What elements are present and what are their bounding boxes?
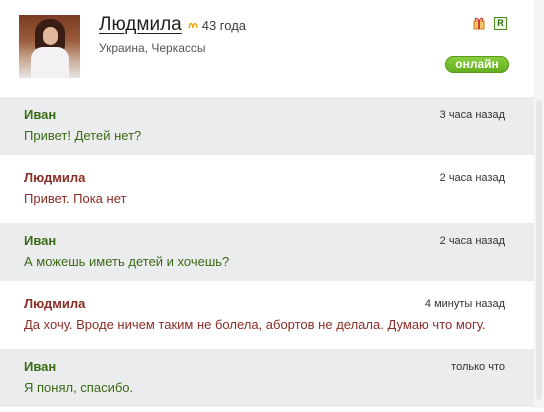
gift-icon[interactable] (472, 16, 486, 30)
message-row: Иван 3 часа назад Привет! Детей нет? (0, 97, 534, 160)
message-time: 2 часа назад (439, 235, 505, 247)
message-text: Привет! Детей нет? (24, 128, 142, 143)
avatar[interactable] (19, 15, 80, 78)
message-row: Иван только что Я понял, спасибо. (0, 349, 534, 412)
message-list: Иван 3 часа назад Привет! Детей нет? Люд… (0, 97, 534, 412)
profile-header: Людмила 43 года Украина, Черкассы R онла… (0, 0, 534, 96)
message-time: 2 часа назад (439, 172, 505, 184)
profile-age: 43 года (201, 17, 247, 33)
message-row: Людмила 4 минуты назад Да хочу. Вроде ни… (0, 286, 534, 349)
profile-name-row: Людмила 43 года (99, 13, 246, 37)
message-time: только что (451, 361, 505, 373)
r-badge-icon[interactable]: R (494, 16, 507, 30)
message-author[interactable]: Людмила (24, 170, 85, 185)
message-text: Да хочу. Вроде ничем таким не болела, аб… (24, 317, 486, 332)
message-text: Привет. Пока нет (24, 191, 127, 206)
message-time: 4 минуты назад (424, 298, 505, 310)
message-text: Я понял, спасибо. (24, 380, 134, 395)
message-author[interactable]: Иван (24, 107, 56, 122)
online-status-badge: онлайн (445, 56, 509, 73)
avatar-face (43, 27, 58, 45)
message-row: Людмила 2 часа назад Привет. Пока нет (0, 160, 534, 223)
zodiac-icon (188, 22, 198, 29)
scrollbar[interactable] (534, 0, 544, 408)
profile-icons: R (472, 16, 507, 30)
message-text: А можешь иметь детей и хочешь? (24, 254, 230, 269)
message-row: Иван 2 часа назад А можешь иметь детей и… (0, 223, 534, 286)
profile-name-link[interactable]: Людмила (99, 14, 182, 36)
profile-location: Украина, Черкассы (99, 41, 206, 55)
message-author[interactable]: Иван (24, 359, 56, 374)
avatar-shirt (31, 47, 69, 78)
message-author[interactable]: Иван (24, 233, 56, 248)
message-time: 3 часа назад (439, 109, 505, 121)
message-author[interactable]: Людмила (24, 296, 85, 311)
scrollbar-thumb[interactable] (536, 100, 542, 400)
